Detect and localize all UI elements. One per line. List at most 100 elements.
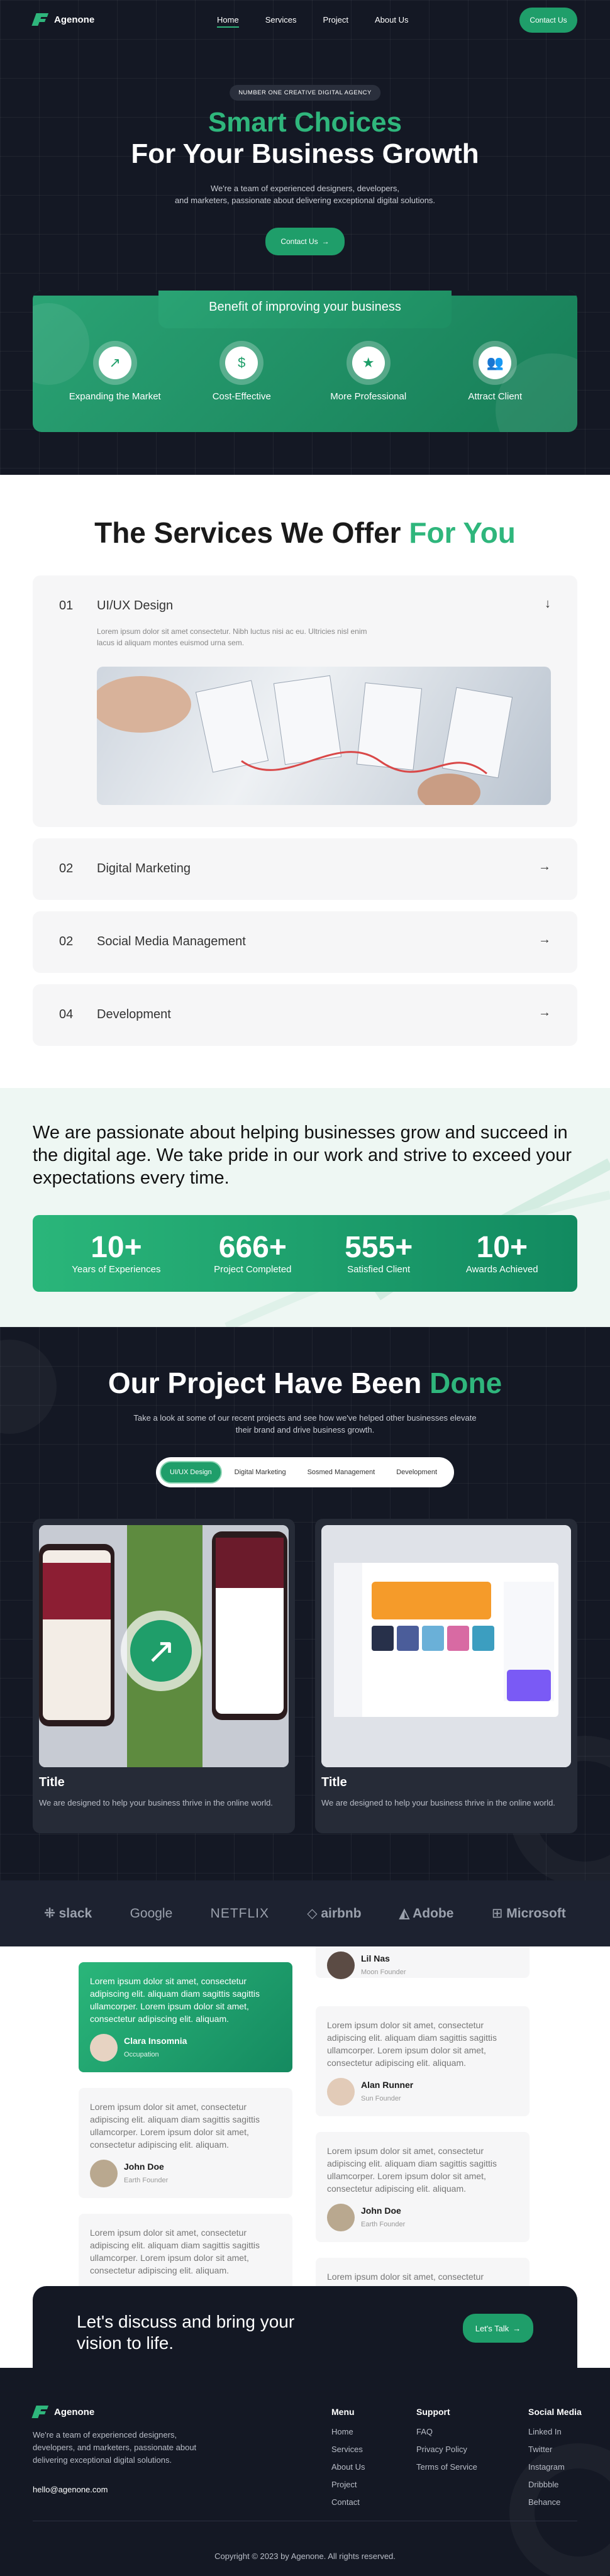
logo-text: slack (58, 1906, 92, 1921)
service-number: 04 (59, 1008, 74, 1021)
stat-label: Project Completed (214, 1264, 292, 1275)
services-title-dark: The Services We Offer (94, 516, 401, 549)
arrow-right-icon[interactable]: → (538, 860, 551, 874)
microsoft-logo: ⊞ Microsoft (491, 1906, 566, 1921)
service-title: Development (97, 1008, 171, 1021)
stat-value: 666+ (218, 1231, 287, 1264)
service-item-digital-marketing[interactable]: 02 Digital Marketing → (33, 838, 577, 900)
avatar (90, 2160, 118, 2187)
passion-section: We are passionate about helping business… (0, 1088, 610, 1327)
chevron-down-icon[interactable]: ↓ (545, 597, 551, 611)
nav-link-project[interactable]: Project (323, 15, 348, 25)
testimonial-card: Lorem ipsum dolor sit amet, consectetur … (316, 2132, 530, 2242)
project-card-title: Title (321, 1775, 347, 1789)
stat-item: 10+ Years of Experiences (72, 1231, 160, 1275)
dashboard-mockup (321, 1525, 571, 1767)
testimonial-quote: Lorem ipsum dolor sit amet, consectetur … (327, 2146, 497, 2194)
footer-support: Support FAQ Privacy Policy Terms of Serv… (416, 2407, 477, 2480)
footer-brand-logo[interactable]: Agenone (31, 2406, 94, 2418)
testimonial-quote: Lorem ipsum dolor sit amet, consectetur … (327, 2272, 497, 2286)
contact-button[interactable]: Contact Us (519, 8, 577, 33)
person-role: Sun Founder (361, 2095, 401, 2102)
services-title: The Services We Offer For You (0, 516, 610, 550)
arrow-up-right-icon: ↗ (130, 1620, 192, 1682)
arrow-right-icon[interactable]: → (538, 933, 551, 947)
tab-development[interactable]: Development (387, 1462, 446, 1482)
benefit-item: ↗ Expanding the Market (58, 341, 172, 402)
footer-link-dribbble[interactable]: Dribbble (528, 2480, 582, 2489)
open-project-ring[interactable]: ↗ (121, 1611, 201, 1691)
service-item-uiux[interactable]: 01 UI/UX Design ↓ Lorem ipsum dolor sit … (33, 575, 577, 827)
projects-sub-line: their brand and drive business growth. (235, 1425, 375, 1435)
nav-link-services[interactable]: Services (265, 15, 297, 25)
lets-talk-button[interactable]: Let's Talk → (463, 2314, 533, 2343)
netflix-logo: NETFLIX (210, 1906, 270, 1921)
hero-sub-line: We're a team of experienced designers, d… (211, 184, 399, 193)
benefit-icon-ring: ★ (346, 341, 391, 385)
footer-link-linkedin[interactable]: Linked In (528, 2427, 582, 2436)
hero-subtitle: We're a team of experienced designers, d… (0, 182, 610, 206)
wireframe-illustration (97, 675, 513, 805)
stats-panel: 10+ Years of Experiences 666+ Project Comp… (33, 1215, 577, 1292)
benefit-icon-ring: $ (219, 341, 264, 385)
service-item-development[interactable]: 04 Development → (33, 984, 577, 1046)
testimonial-person: Clara Insomnia Occupation (90, 2034, 281, 2062)
brand-name: Agenone (54, 14, 95, 25)
footer-link-about[interactable]: About Us (331, 2462, 365, 2472)
hero-title: Smart Choices For Your Business Growth (0, 107, 610, 170)
footer-link-home[interactable]: Home (331, 2427, 365, 2436)
person-name: Clara Insomnia (124, 2036, 187, 2046)
stat-label: Awards Achieved (465, 1264, 538, 1275)
hero-section: Agenone Home Services Project About Us C… (0, 0, 610, 475)
footer-link-instagram[interactable]: Instagram (528, 2462, 582, 2472)
nav-link-about[interactable]: About Us (375, 15, 408, 25)
footer-link-services[interactable]: Services (331, 2445, 365, 2454)
navbar: Agenone Home Services Project About Us C… (0, 8, 610, 33)
avatar (90, 2034, 118, 2062)
service-number: 01 (59, 599, 74, 613)
hero-contact-button[interactable]: Contact Us → (265, 228, 345, 255)
person-name: John Doe (361, 2206, 401, 2216)
tab-sosmed[interactable]: Sosmed Management (299, 1462, 384, 1482)
arrow-right-icon[interactable]: → (538, 1006, 551, 1020)
avatar (327, 2204, 355, 2231)
project-card[interactable]: Title We are designed to help your busin… (315, 1519, 577, 1833)
testimonial-quote: Lorem ipsum dolor sit amet, consectetur … (90, 2228, 260, 2275)
footer-link-behance[interactable]: Behance (528, 2497, 582, 2507)
projects-section: Our Project Have Been Done Take a look a… (0, 1327, 610, 1880)
footer-link-privacy[interactable]: Privacy Policy (416, 2445, 477, 2454)
stat-label: Years of Experiences (72, 1264, 161, 1275)
service-item-social-media[interactable]: 02 Social Media Management → (33, 911, 577, 973)
testimonial-person: John Doe Earth Founder (90, 2160, 281, 2187)
testimonial-person: John Doe Earth Founder (327, 2204, 518, 2231)
projects-title-green: Done (430, 1367, 502, 1399)
projects-subtitle: Take a look at some of our recent projec… (0, 1412, 610, 1436)
service-number: 02 (59, 935, 74, 948)
projects-title-white: Our Project Have Been (108, 1367, 422, 1399)
stat-value: 10+ (476, 1231, 528, 1264)
tab-digital-marketing[interactable]: Digital Marketing (226, 1462, 295, 1482)
footer-link-project[interactable]: Project (331, 2480, 365, 2489)
nav-link-home[interactable]: Home (217, 15, 239, 28)
testimonial-card: Lil Nas Moon Founder (316, 1946, 530, 1979)
footer-link-twitter[interactable]: Twitter (528, 2445, 582, 2454)
project-card-desc: We are designed to help your business th… (39, 1798, 273, 1807)
logo-icon (31, 13, 49, 26)
users-icon: 👥 (479, 347, 512, 379)
testimonial-card: Lorem ipsum dolor sit amet, consectetur … (316, 2006, 530, 2116)
footer-link-terms[interactable]: Terms of Service (416, 2462, 477, 2472)
footer-email[interactable]: hello@agenone.com (33, 2485, 108, 2494)
project-card[interactable]: ↗ Title We are designed to help your bus… (33, 1519, 295, 1833)
logo-icon (31, 2406, 49, 2418)
person-role: Moon Founder (361, 1968, 406, 1976)
logo-text: Adobe (413, 1906, 454, 1921)
cta-banner: Let's discuss and bring your vision to l… (33, 2286, 577, 2368)
brand-logo[interactable]: Agenone (31, 13, 95, 26)
benefit-item-label: Attract Client (468, 391, 523, 402)
tab-uiux[interactable]: UI/UX Design (160, 1461, 222, 1484)
footer-link-faq[interactable]: FAQ (416, 2427, 477, 2436)
footer-link-contact[interactable]: Contact (331, 2497, 365, 2507)
money-icon: $ (225, 347, 258, 379)
logo-text: Microsoft (506, 1906, 566, 1921)
client-logos: ⁜ slack Google NETFLIX ◇ airbnb ◭ Adobe … (0, 1880, 610, 1946)
